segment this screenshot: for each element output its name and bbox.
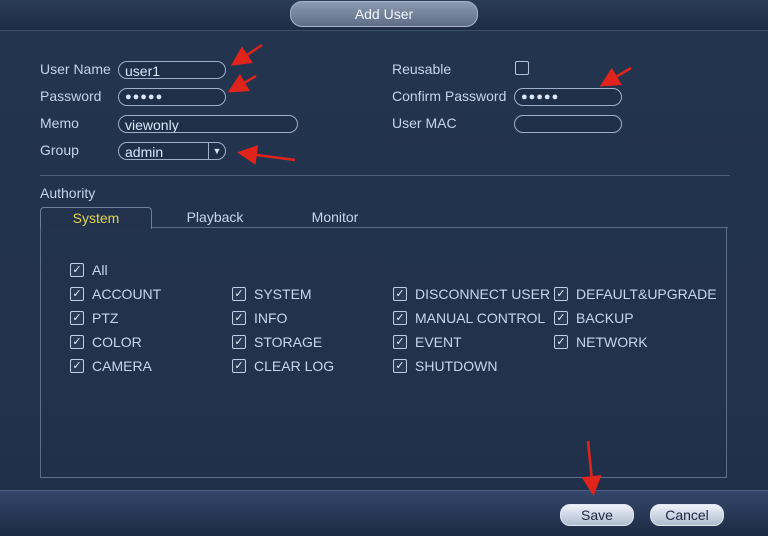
user-mac-input[interactable] (514, 115, 622, 133)
check-icon[interactable]: ✓ (393, 287, 407, 301)
tab-monitor[interactable]: Monitor (280, 207, 390, 228)
check-icon[interactable]: ✓ (554, 287, 568, 301)
check-icon[interactable]: ✓ (393, 311, 407, 325)
confirm-password-input[interactable]: ●●●●● (514, 88, 622, 106)
check-icon[interactable]: ✓ (393, 359, 407, 373)
annotation-arrow-icon (230, 43, 263, 66)
perm-label: EVENT (415, 334, 462, 350)
divider (40, 175, 730, 176)
confirm-password-label: Confirm Password (392, 88, 507, 104)
check-icon[interactable]: ✓ (554, 335, 568, 349)
group-select[interactable]: admin ▼ (118, 142, 226, 160)
memo-label: Memo (40, 115, 79, 131)
perm-label: PTZ (92, 310, 119, 326)
annotation-arrow-icon (227, 73, 257, 93)
group-select-value: admin (125, 144, 164, 160)
add-user-dialog: Add User User Name user1 Password ●●●●● … (0, 0, 768, 536)
check-icon[interactable]: ✓ (232, 335, 246, 349)
reusable-checkbox[interactable] (515, 61, 529, 75)
perm-item[interactable]: ✓ DEFAULT&UPGRADE (554, 285, 717, 303)
check-icon[interactable]: ✓ (232, 359, 246, 373)
check-icon[interactable]: ✓ (70, 263, 84, 277)
dropdown-arrow-icon[interactable]: ▼ (208, 143, 225, 159)
check-icon[interactable]: ✓ (70, 287, 84, 301)
perm-item[interactable]: ✓ EVENT (393, 333, 462, 351)
perm-label: DEFAULT&UPGRADE (576, 286, 717, 302)
perm-label: CLEAR LOG (254, 358, 335, 374)
perm-item[interactable]: ✓ COLOR (70, 333, 142, 351)
check-icon[interactable]: ✓ (70, 335, 84, 349)
memo-input[interactable]: viewonly (118, 115, 298, 133)
group-label: Group (40, 142, 79, 158)
perm-item[interactable]: ✓ STORAGE (232, 333, 322, 351)
perm-label: NETWORK (576, 334, 648, 350)
tab-playback[interactable]: Playback (160, 207, 270, 228)
perm-item[interactable]: ✓ BACKUP (554, 309, 634, 327)
perm-label: COLOR (92, 334, 142, 350)
perm-item[interactable]: ✓ SHUTDOWN (393, 357, 497, 375)
perm-item[interactable]: ✓ CLEAR LOG (232, 357, 334, 375)
perm-label: ACCOUNT (92, 286, 162, 302)
user-mac-label: User MAC (392, 115, 457, 131)
perm-label: SHUTDOWN (415, 358, 498, 374)
check-icon[interactable]: ✓ (70, 359, 84, 373)
perm-label: DISCONNECT USER (415, 286, 551, 302)
save-button[interactable]: Save (560, 504, 634, 526)
perm-label: CAMERA (92, 358, 152, 374)
title-bar: Add User (0, 0, 768, 31)
perm-item[interactable]: ✓ DISCONNECT USER (393, 285, 550, 303)
cancel-button[interactable]: Cancel (650, 504, 724, 526)
reusable-label: Reusable (392, 61, 452, 77)
check-icon[interactable]: ✓ (70, 311, 84, 325)
perm-label: All (92, 262, 108, 278)
tab-system[interactable]: System (40, 207, 152, 229)
password-label: Password (40, 88, 102, 104)
perm-item[interactable]: ✓ ACCOUNT (70, 285, 161, 303)
perm-label: BACKUP (576, 310, 634, 326)
authority-label: Authority (40, 185, 96, 201)
perm-item[interactable]: ✓ SYSTEM (232, 285, 312, 303)
password-input[interactable]: ●●●●● (118, 88, 226, 106)
permissions-panel (40, 228, 727, 478)
perm-item[interactable]: ✓ NETWORK (554, 333, 648, 351)
perm-item[interactable]: ✓ INFO (232, 309, 287, 327)
perm-item[interactable]: ✓ MANUAL CONTROL (393, 309, 545, 327)
check-icon[interactable]: ✓ (554, 311, 568, 325)
perm-label: MANUAL CONTROL (415, 310, 546, 326)
dialog-title: Add User (290, 1, 478, 27)
perm-item[interactable]: ✓ PTZ (70, 309, 118, 327)
annotation-arrow-icon (599, 66, 632, 87)
check-icon[interactable]: ✓ (232, 311, 246, 325)
perm-all[interactable]: ✓ All (70, 261, 108, 279)
annotation-arrow-icon (237, 145, 296, 165)
check-icon[interactable]: ✓ (232, 287, 246, 301)
check-icon[interactable]: ✓ (393, 335, 407, 349)
perm-item[interactable]: ✓ CAMERA (70, 357, 152, 375)
perm-label: INFO (254, 310, 288, 326)
username-label: User Name (40, 61, 111, 77)
perm-label: STORAGE (254, 334, 323, 350)
username-input[interactable]: user1 (118, 61, 226, 79)
perm-label: SYSTEM (254, 286, 312, 302)
